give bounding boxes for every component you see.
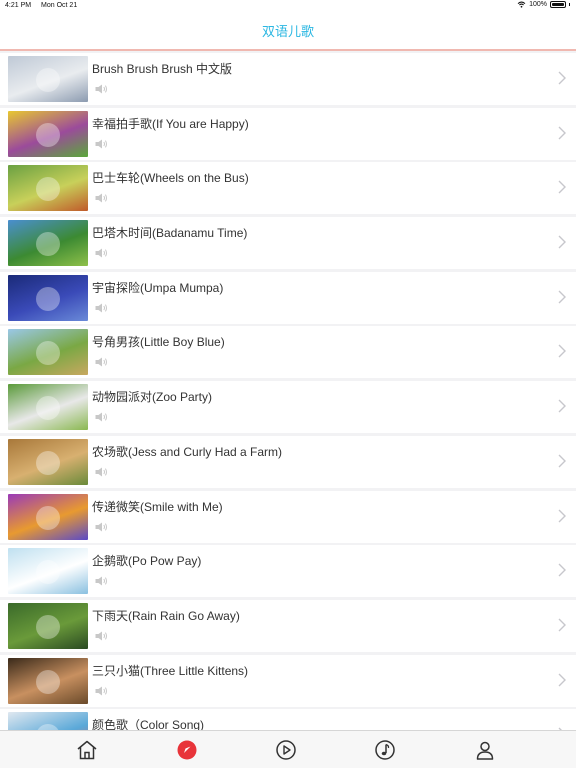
speaker-icon[interactable] [95,247,109,259]
status-left: 4:21 PM Mon Oct 21 [5,2,85,9]
song-row[interactable]: 传递微笑(Smile with Me) [0,490,576,543]
song-row[interactable]: 农场歌(Jess and Curly Had a Farm) [0,435,576,488]
speaker-icon[interactable] [95,302,109,314]
song-row[interactable]: 企鹅歌(Po Pow Pay) [0,545,576,598]
chevron-right-icon [558,290,566,304]
song-title: 号角男孩(Little Boy Blue) [92,335,225,350]
song-row[interactable]: Brush Brush Brush 中文版 [0,53,576,105]
music-note-icon [375,740,395,760]
compass-icon [177,740,197,760]
tab-bar [0,730,576,768]
chevron-right-icon [558,618,566,632]
song-thumbnail [8,493,88,540]
chevron-right-icon [558,454,566,468]
battery-icon [550,1,566,8]
tab-music[interactable] [373,738,397,762]
speaker-icon[interactable] [95,575,109,587]
song-thumbnail [8,110,88,157]
song-thumbnail [8,220,88,267]
navigation-bar: 双语儿歌 [0,12,576,51]
song-row[interactable]: 宇宙探险(Umpa Mumpa) [0,271,576,324]
play-icon [276,740,296,760]
song-row[interactable]: 三只小猫(Three Little Kittens) [0,654,576,707]
song-row[interactable]: 巴塔木时间(Badanamu Time) [0,217,576,270]
song-thumbnail [8,384,88,431]
song-list[interactable]: Brush Brush Brush 中文版幸福拍手歌(If You are Ha… [0,53,576,730]
song-title: 传递微笑(Smile with Me) [92,499,223,514]
person-icon [476,741,494,760]
song-row[interactable]: 动物园派对(Zoo Party) [0,381,576,434]
song-title: 农场歌(Jess and Curly Had a Farm) [92,444,283,459]
speaker-icon[interactable] [95,356,109,368]
song-thumbnail [8,712,88,730]
home-icon [77,740,97,760]
status-right: 100% [517,1,570,8]
speaker-icon[interactable] [95,521,109,533]
chevron-right-icon [558,180,566,194]
wifi-icon [517,1,526,8]
song-row[interactable]: 颜色歌（Color Song) [0,709,576,730]
song-thumbnail [8,438,88,485]
song-title: 三只小猫(Three Little Kittens) [92,663,249,678]
speaker-icon[interactable] [95,630,109,642]
song-title: 巴士车轮(Wheels on the Bus) [92,171,249,186]
status-time: 4:21 PM [5,2,32,9]
battery-tip [569,3,570,6]
speaker-icon[interactable] [95,466,109,478]
status-date: Mon Oct 21 [41,2,78,9]
song-title: 宇宙探险(Umpa Mumpa) [92,280,224,295]
speaker-icon[interactable] [95,411,109,423]
chevron-right-icon [558,673,566,687]
chevron-right-icon [558,235,566,249]
song-title: 颜色歌（Color Song) [92,718,205,730]
song-title: 动物园派对(Zoo Party) [92,390,213,405]
song-thumbnail [8,56,88,102]
tab-discover[interactable] [175,738,199,762]
tab-home[interactable] [75,738,99,762]
tab-profile[interactable] [473,738,497,762]
chevron-right-icon [558,509,566,522]
speaker-icon[interactable] [95,83,109,95]
song-title: 幸福拍手歌(If You are Happy) [92,116,249,131]
song-thumbnail [8,329,88,376]
page-title: 双语儿歌 [261,24,314,39]
song-title: 下雨天(Rain Rain Go Away) [92,608,240,623]
tab-video[interactable] [274,738,298,762]
song-title: 企鹅歌(Po Pow Pay) [92,554,202,569]
song-row[interactable]: 幸福拍手歌(If You are Happy) [0,107,576,160]
song-thumbnail [8,165,88,212]
status-bar: 4:21 PM Mon Oct 21 100% [0,0,576,12]
battery-percent: 100% [529,1,547,8]
chevron-right-icon [558,563,566,577]
speaker-icon[interactable] [95,192,109,204]
song-row[interactable]: 巴士车轮(Wheels on the Bus) [0,162,576,215]
song-row[interactable]: 号角男孩(Little Boy Blue) [0,326,576,379]
song-thumbnail [8,274,88,321]
song-thumbnail [8,548,88,595]
song-title: 巴塔木时间(Badanamu Time) [92,226,248,241]
chevron-right-icon [558,399,566,413]
speaker-icon[interactable] [95,685,109,697]
song-title: Brush Brush Brush 中文版 [92,62,233,76]
speaker-icon[interactable] [95,138,109,150]
song-thumbnail [8,602,88,649]
song-thumbnail [8,657,88,704]
chevron-right-icon [558,344,566,358]
chevron-right-icon [558,126,566,140]
chevron-right-icon [558,71,566,85]
song-row[interactable]: 下雨天(Rain Rain Go Away) [0,599,576,652]
